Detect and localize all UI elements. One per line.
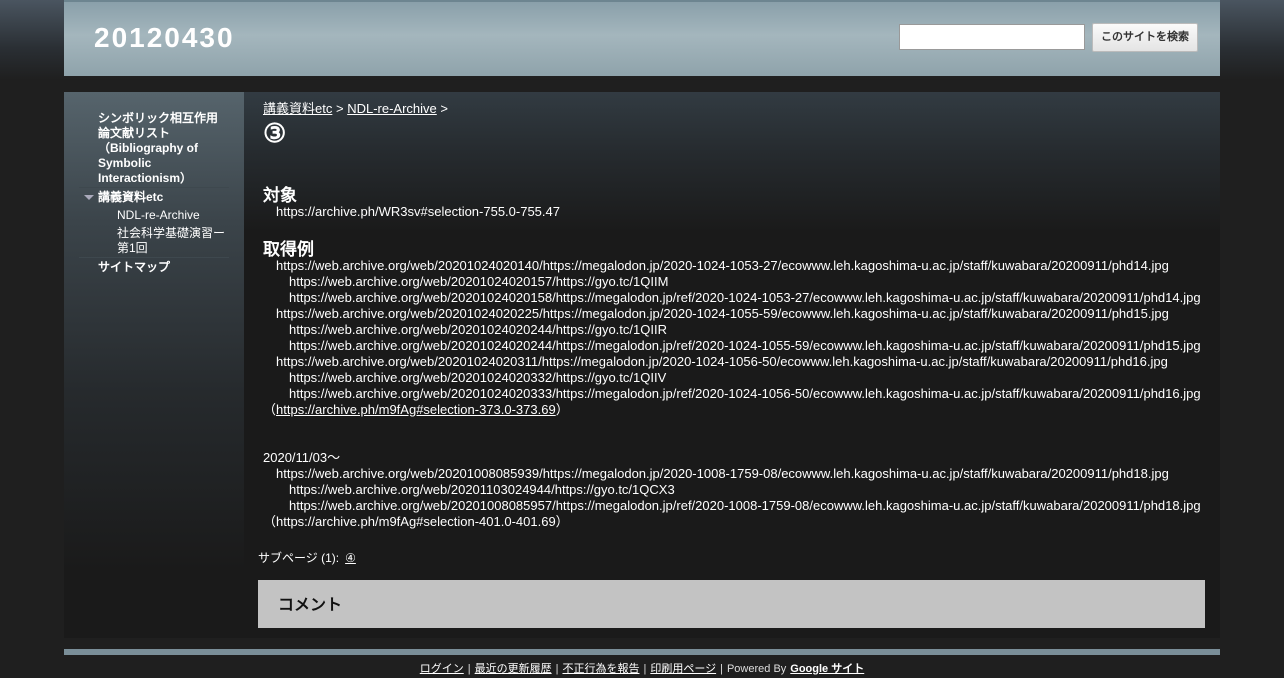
archive-url-text: https://web.archive.org/web/202010240203… (289, 370, 667, 385)
footer-separator: | (643, 663, 647, 675)
target-url-text: https://archive.ph/WR3sv#selection-755.0… (276, 204, 560, 219)
archive-url-text: https://web.archive.org/web/202010240203… (276, 354, 1168, 369)
section-heading-target: 対象 (263, 186, 297, 205)
footer-bar (64, 649, 1220, 655)
footer-separator: | (467, 663, 471, 675)
source-paren-open: （ (263, 402, 277, 417)
archive-url-text: https://web.archive.org/web/202010240201… (289, 274, 669, 289)
date-text: 2020/11/03～ (263, 450, 341, 465)
recent-activity-link[interactable]: 最近の更新履歴 (475, 663, 552, 675)
footer-separator: | (720, 663, 723, 675)
page-title: ③ (263, 118, 287, 148)
main-content: 講義資料etc > NDL-re-Archive > ③ 対象 https://… (244, 92, 1220, 638)
sidebar-item-seminar-1[interactable]: 社会科学基礎演習ー第1回 (117, 226, 229, 256)
subpages-label: サブページ (1): (258, 551, 340, 565)
sidebar-divider (79, 187, 229, 188)
comment-title: コメント (278, 597, 343, 614)
archive-url-text: https://web.archive.org/web/202010240201… (289, 290, 1201, 305)
source-text: （https://archive.ph/m9fAg#selection-401.… (263, 514, 569, 529)
archive-url-text: https://web.archive.org/web/202010240202… (276, 306, 1169, 321)
source-line: （https://archive.ph/m9fAg#selection-373.… (263, 402, 569, 418)
report-abuse-link[interactable]: 不正行為を報告 (562, 663, 639, 675)
archive-url-text: https://web.archive.org/web/202010240203… (289, 386, 1201, 401)
footer-separator: | (555, 663, 559, 675)
archive-url-text: https://web.archive.org/web/202010080859… (289, 498, 1201, 513)
search-site-button[interactable]: このサイトを検索 (1092, 23, 1198, 52)
subpages: サブページ (1): ④ (258, 549, 356, 566)
site-title[interactable]: 20120430 (94, 22, 235, 54)
breadcrumb: 講義資料etc > NDL-re-Archive > (263, 98, 448, 117)
sidebar-item-lecture-materials[interactable]: 講義資料etc (98, 190, 163, 205)
login-link[interactable]: ログイン (420, 663, 464, 675)
subpage-link[interactable]: ④ (345, 551, 356, 565)
source-paren-close: ） (555, 402, 569, 417)
comment-section: コメント (258, 580, 1205, 628)
breadcrumb-separator: > (440, 101, 448, 116)
archive-url-text: https://web.archive.org/web/202011030249… (289, 482, 675, 497)
source-link[interactable]: https://archive.ph/m9fAg#selection-373.0… (276, 402, 556, 417)
footer: ログイン | 最近の更新履歴 | 不正行為を報告 | 印刷用ページ | Powered By Go… (0, 660, 1284, 676)
sidebar-divider (79, 257, 229, 258)
site-header: 20120430 このサイトを検索 (64, 0, 1220, 76)
breadcrumb-separator: > (335, 101, 344, 116)
sidebar-item-ndl-re-archive[interactable]: NDL-re-Archive (117, 208, 200, 223)
sidebar-item-bibliography[interactable]: シンボリック相互作用論文献リスト（Bibliography of Symboli… (98, 111, 226, 186)
breadcrumb-link-ndl-re-archive[interactable]: NDL-re-Archive (347, 101, 437, 116)
archive-url-text: https://web.archive.org/web/202010080859… (276, 466, 1169, 481)
breadcrumb-link-lecture-materials[interactable]: 講義資料etc (263, 101, 332, 116)
google-sites-link[interactable]: Google サイト (790, 663, 864, 675)
sidebar-item-sitemap[interactable]: サイトマップ (98, 260, 170, 275)
print-page-link[interactable]: 印刷用ページ (650, 663, 716, 675)
search-input[interactable] (899, 24, 1085, 50)
expand-triangle-icon[interactable] (84, 195, 94, 200)
section-heading-examples: 取得例 (263, 240, 314, 259)
powered-by-text: Powered By (726, 663, 787, 675)
archive-url-text: https://web.archive.org/web/202010240201… (276, 258, 1169, 273)
sidebar-nav: シンボリック相互作用論文献リスト（Bibliography of Symboli… (64, 92, 244, 638)
archive-url-text: https://web.archive.org/web/202010240202… (289, 338, 1201, 353)
archive-url-text: https://web.archive.org/web/202010240202… (289, 322, 667, 337)
